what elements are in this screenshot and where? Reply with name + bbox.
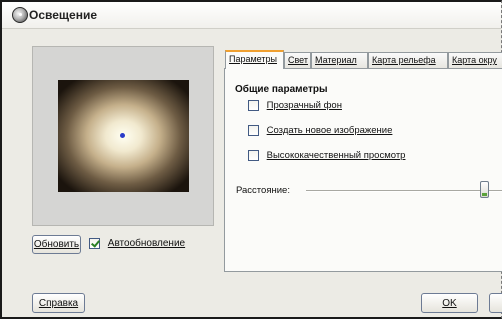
ok-button[interactable]: OK	[421, 293, 478, 313]
create-new-image-checkbox[interactable]	[248, 125, 259, 136]
ok-button-label: OK	[442, 297, 457, 309]
high-quality-preview-label: Высококачественный просмотр	[266, 150, 406, 161]
auto-update-check-box[interactable]	[89, 238, 100, 249]
tab-light-label: Свет	[288, 55, 309, 65]
cancel-button[interactable]	[489, 293, 502, 313]
refresh-button[interactable]: Обновить	[32, 235, 81, 254]
parameters-panel: Общие параметры Прозрачный фон Создать н…	[224, 68, 502, 272]
create-new-image-option[interactable]: Создать новое изображение	[248, 125, 392, 136]
auto-update-label: Автообновление	[107, 238, 186, 249]
refresh-button-label: Обновить	[33, 239, 80, 250]
tab-environment-map[interactable]: Карта окру	[448, 52, 502, 68]
tab-light[interactable]: Свет	[284, 52, 311, 68]
tab-bar: Параметры Свет Материал Карта рельефа Ка…	[224, 50, 502, 69]
preview-image[interactable]	[58, 80, 189, 192]
tab-bump-map-label: Карта рельефа	[372, 55, 436, 65]
distance-slider[interactable]	[306, 190, 502, 192]
distance-slider-thumb[interactable]	[480, 181, 489, 198]
tab-bump-map[interactable]: Карта рельефа	[368, 52, 448, 68]
high-quality-preview-checkbox[interactable]	[248, 150, 259, 161]
help-button[interactable]: Справка	[32, 293, 85, 313]
transparent-background-option[interactable]: Прозрачный фон	[248, 100, 342, 111]
help-button-label: Справка	[38, 297, 79, 309]
title-bar[interactable]: Освещение	[2, 2, 501, 29]
general-parameters-heading: Общие параметры	[235, 84, 328, 95]
high-quality-preview-option[interactable]: Высококачественный просмотр	[248, 150, 405, 161]
lighting-dialog: Освещение Обновить Автообновление Параме…	[0, 0, 502, 319]
distance-label: Расстояние:	[236, 185, 290, 196]
auto-update-checkbox[interactable]: Автообновление	[89, 238, 185, 249]
window-title: Освещение	[29, 8, 97, 22]
transparent-background-checkbox[interactable]	[248, 100, 259, 111]
tab-material-label: Материал	[315, 55, 357, 65]
tab-material[interactable]: Материал	[311, 52, 368, 68]
distance-row: Расстояние:	[236, 181, 502, 201]
light-position-marker[interactable]	[120, 133, 125, 138]
tab-parameters[interactable]: Параметры	[225, 50, 284, 69]
preview-panel	[32, 46, 214, 226]
create-new-image-label: Создать новое изображение	[266, 125, 393, 136]
transparent-background-label: Прозрачный фон	[266, 100, 342, 111]
lighting-effect-icon	[12, 7, 28, 23]
tab-parameters-label: Параметры	[229, 54, 277, 64]
tab-environment-map-label: Карта окру	[452, 55, 497, 65]
